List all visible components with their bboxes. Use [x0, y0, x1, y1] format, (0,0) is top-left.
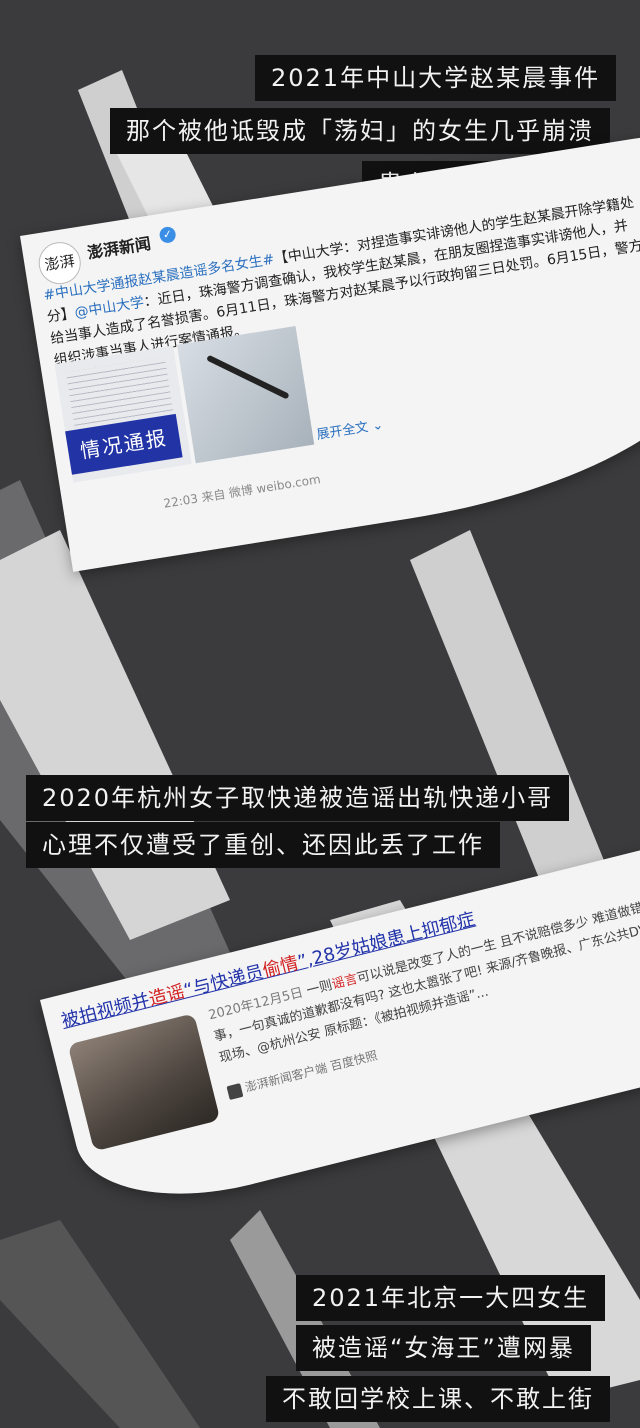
account-name[interactable]: 澎湃新闻: [85, 230, 152, 264]
source-icon: [226, 1082, 244, 1100]
expand-link[interactable]: 展开全文 ⌄: [315, 414, 385, 443]
verified-icon: ✓: [158, 225, 177, 245]
post-text: #中山大学通报赵某晨造谣多名女生#【中山大学：对捏造事实诽谤他人的学生赵某晨开除…: [42, 194, 640, 370]
caption-mid-1: 2020年杭州女子取快递被造谣出轨快递小哥: [26, 775, 570, 821]
caption-top-2: 那个被他诋毁成「荡妇」的女生几乎崩溃: [110, 108, 610, 154]
microphone-icon: [206, 354, 290, 400]
notice-thumbnail[interactable]: 情况通报: [54, 345, 192, 483]
result-photo[interactable]: [67, 1013, 221, 1152]
caption-mid-2: 心理不仅遭受了重创、还因此丢了工作: [26, 822, 500, 868]
microphone-photo[interactable]: [176, 326, 315, 464]
caption-bottom-3: 不敢回学校上课、不敢上街: [266, 1376, 610, 1422]
caption-bottom-2: 被造谣“女海王”遭网暴: [296, 1325, 591, 1371]
knife-blade-left: [0, 530, 230, 940]
caption-top-1: 2021年中山大学赵某晨事件: [255, 55, 617, 101]
post-meta: 22:03 来自 微博 weibo.com: [162, 472, 322, 511]
caption-bottom-1: 2021年北京一大四女生: [296, 1275, 606, 1321]
chevron-down-icon: ⌄: [371, 417, 385, 435]
